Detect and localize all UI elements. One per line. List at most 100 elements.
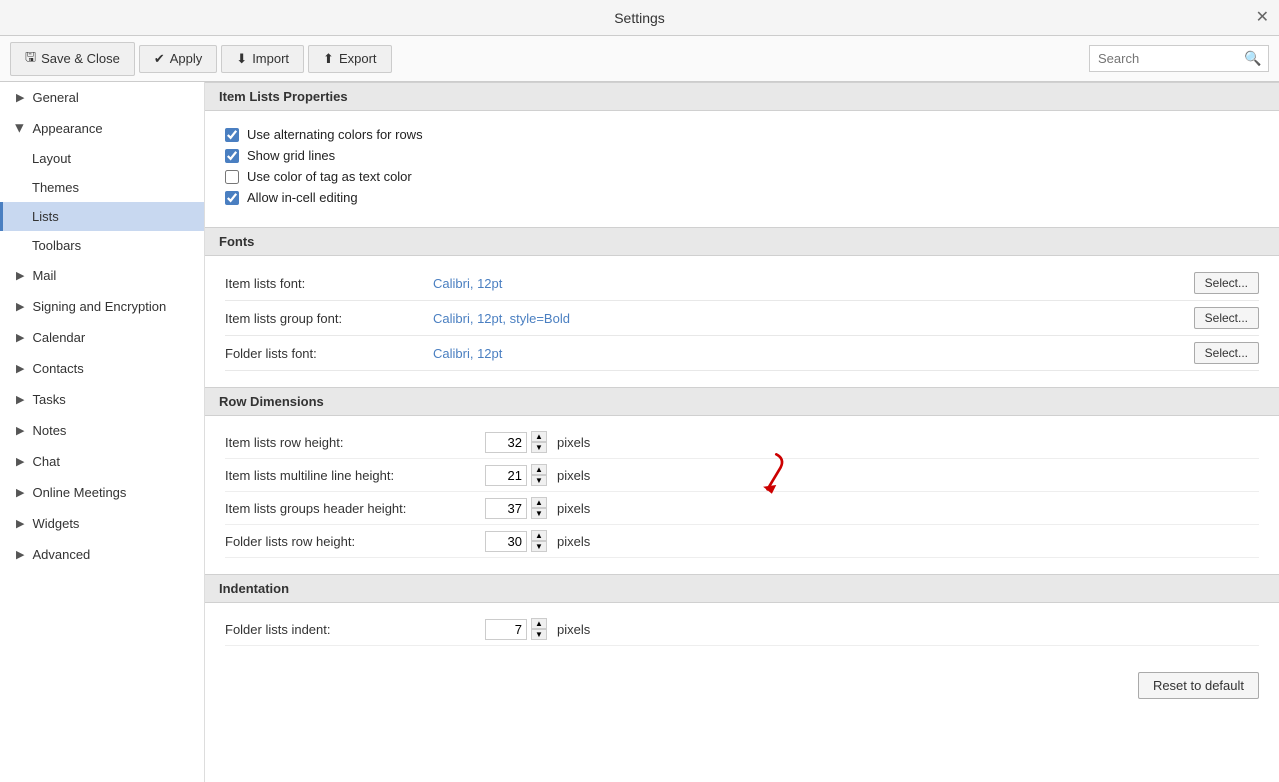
sidebar-subitem-themes[interactable]: Themes (0, 173, 204, 202)
content-area: Item Lists Properties Use alternating co… (205, 82, 1279, 782)
chevron-icon: ▶ (16, 269, 24, 282)
fonts-body: Item lists font: Calibri, 12pt Select...… (205, 256, 1279, 387)
sidebar-item-chat[interactable]: ▶ Chat (0, 446, 204, 477)
close-button[interactable]: ✕ (1256, 10, 1269, 26)
dim-row-folder-row-height: Folder lists row height: ▲ ▼ pixels (225, 525, 1259, 558)
pixels-label-groups-header-height: pixels (557, 501, 590, 516)
spinner-down-groups-header-height[interactable]: ▼ (531, 508, 547, 519)
dim-input-item-row-height[interactable] (485, 432, 527, 453)
dim-input-folder-row-height[interactable] (485, 531, 527, 552)
dim-input-folder-indent[interactable] (485, 619, 527, 640)
checkbox-row-incell: Allow in-cell editing (225, 190, 1259, 205)
font-select-button-item-lists-group[interactable]: Select... (1194, 307, 1259, 329)
sidebar-item-general[interactable]: ▶ General (0, 82, 204, 113)
chevron-icon: ▶ (16, 424, 24, 437)
spinner-down-folder-row-height[interactable]: ▼ (531, 541, 547, 552)
sidebar-item-appearance[interactable]: ▶ Appearance (0, 113, 204, 144)
spinner-down-folder-indent[interactable]: ▼ (531, 629, 547, 640)
dim-input-multiline-height[interactable] (485, 465, 527, 486)
checkbox-gridlines[interactable] (225, 149, 239, 163)
section-header-fonts: Fonts (205, 227, 1279, 256)
item-lists-properties-body: Use alternating colors for rows Show gri… (205, 111, 1279, 227)
sidebar-item-online-meetings[interactable]: ▶ Online Meetings (0, 477, 204, 508)
sidebar-subitem-toolbars[interactable]: Toolbars (0, 231, 204, 260)
reset-to-default-button[interactable]: Reset to default (1138, 672, 1259, 699)
checkbox-incell[interactable] (225, 191, 239, 205)
spinner-folder-row-height: ▲ ▼ (531, 530, 547, 552)
row-dimensions-body: Item lists row height: ▲ ▼ pixels Item l… (205, 416, 1279, 574)
dim-label-item-row-height: Item lists row height: (225, 435, 485, 450)
checkbox-row-alternating: Use alternating colors for rows (225, 127, 1259, 142)
indentation-body: Folder lists indent: ▲ ▼ pixels (205, 603, 1279, 662)
pixels-label-folder-row-height: pixels (557, 534, 590, 549)
font-row-item-lists: Item lists font: Calibri, 12pt Select... (225, 266, 1259, 301)
checkbox-label-incell: Allow in-cell editing (247, 190, 358, 205)
dim-row-multiline-height: Item lists multiline line height: ▲ ▼ pi… (225, 459, 1259, 492)
font-select-button-folder-lists[interactable]: Select... (1194, 342, 1259, 364)
checkbox-row-gridlines: Show grid lines (225, 148, 1259, 163)
checkbox-alternating[interactable] (225, 128, 239, 142)
dim-input-wrap-multiline-height: ▲ ▼ pixels (485, 464, 590, 486)
main-layout: ▶ General ▶ Appearance Layout Themes Lis… (0, 82, 1279, 782)
dim-input-wrap-folder-indent: ▲ ▼ pixels (485, 618, 590, 640)
dim-input-wrap-item-row-height: ▲ ▼ pixels (485, 431, 590, 453)
window-title: Settings (614, 10, 665, 26)
chevron-icon: ▶ (16, 455, 24, 468)
chevron-icon: ▶ (16, 331, 24, 344)
sidebar-item-advanced[interactable]: ▶ Advanced (0, 539, 204, 570)
sidebar-item-tasks[interactable]: ▶ Tasks (0, 384, 204, 415)
apply-button[interactable]: ✔ Apply (139, 45, 217, 73)
font-row-value-folder-lists: Calibri, 12pt (425, 346, 1194, 361)
dim-label-folder-row-height: Folder lists row height: (225, 534, 485, 549)
search-input[interactable] (1098, 51, 1238, 66)
dim-label-folder-indent: Folder lists indent: (225, 622, 485, 637)
font-select-button-item-lists[interactable]: Select... (1194, 272, 1259, 294)
spinner-up-folder-row-height[interactable]: ▲ (531, 530, 547, 541)
chevron-icon: ▶ (16, 548, 24, 561)
toolbar: 🖫 Save & Close ✔ Apply ⬇ Import ⬆ Export… (0, 36, 1279, 82)
sidebar-subitem-layout[interactable]: Layout (0, 144, 204, 173)
section-header-row-dimensions: Row Dimensions (205, 387, 1279, 416)
spinner-groups-header-height: ▲ ▼ (531, 497, 547, 519)
export-button[interactable]: ⬆ Export (308, 45, 391, 73)
chevron-icon: ▶ (16, 517, 24, 530)
spinner-down-item-row-height[interactable]: ▼ (531, 442, 547, 453)
pixels-label-folder-indent: pixels (557, 622, 590, 637)
sidebar-item-widgets[interactable]: ▶ Widgets (0, 508, 204, 539)
chevron-icon: ▶ (16, 91, 24, 104)
spinner-up-groups-header-height[interactable]: ▲ (531, 497, 547, 508)
check-icon: ✔ (154, 51, 165, 67)
spinner-up-folder-indent[interactable]: ▲ (531, 618, 547, 629)
spinner-item-row-height: ▲ ▼ (531, 431, 547, 453)
font-row-item-lists-group: Item lists group font: Calibri, 12pt, st… (225, 301, 1259, 336)
sidebar-item-signing[interactable]: ▶ Signing and Encryption (0, 291, 204, 322)
checkbox-row-tagcolor: Use color of tag as text color (225, 169, 1259, 184)
spinner-up-multiline-height[interactable]: ▲ (531, 464, 547, 475)
font-row-folder-lists: Folder lists font: Calibri, 12pt Select.… (225, 336, 1259, 371)
spinner-down-multiline-height[interactable]: ▼ (531, 475, 547, 486)
checkbox-tagcolor[interactable] (225, 170, 239, 184)
spinner-up-item-row-height[interactable]: ▲ (531, 431, 547, 442)
sidebar-item-contacts[interactable]: ▶ Contacts (0, 353, 204, 384)
chevron-icon: ▶ (16, 300, 24, 313)
import-icon: ⬇ (236, 51, 247, 67)
sidebar-subitem-lists[interactable]: Lists (0, 202, 204, 231)
dim-row-item-row-height: Item lists row height: ▲ ▼ pixels (225, 426, 1259, 459)
dim-input-groups-header-height[interactable] (485, 498, 527, 519)
font-row-value-item-lists: Calibri, 12pt (425, 276, 1194, 291)
sidebar-item-mail[interactable]: ▶ Mail (0, 260, 204, 291)
sidebar-item-notes[interactable]: ▶ Notes (0, 415, 204, 446)
sidebar: ▶ General ▶ Appearance Layout Themes Lis… (0, 82, 205, 782)
sidebar-item-calendar[interactable]: ▶ Calendar (0, 322, 204, 353)
reset-bar: Reset to default (205, 662, 1279, 709)
spinner-folder-indent: ▲ ▼ (531, 618, 547, 640)
import-button[interactable]: ⬇ Import (221, 45, 304, 73)
dim-row-folder-indent: Folder lists indent: ▲ ▼ pixels (225, 613, 1259, 646)
font-row-value-item-lists-group: Calibri, 12pt, style=Bold (425, 311, 1194, 326)
title-bar: Settings ✕ (0, 0, 1279, 36)
chevron-icon: ▶ (16, 393, 24, 406)
dim-input-wrap-folder-row-height: ▲ ▼ pixels (485, 530, 590, 552)
save-close-button[interactable]: 🖫 Save & Close (10, 42, 135, 76)
dim-label-groups-header-height: Item lists groups header height: (225, 501, 485, 516)
dim-input-wrap-groups-header-height: ▲ ▼ pixels (485, 497, 590, 519)
